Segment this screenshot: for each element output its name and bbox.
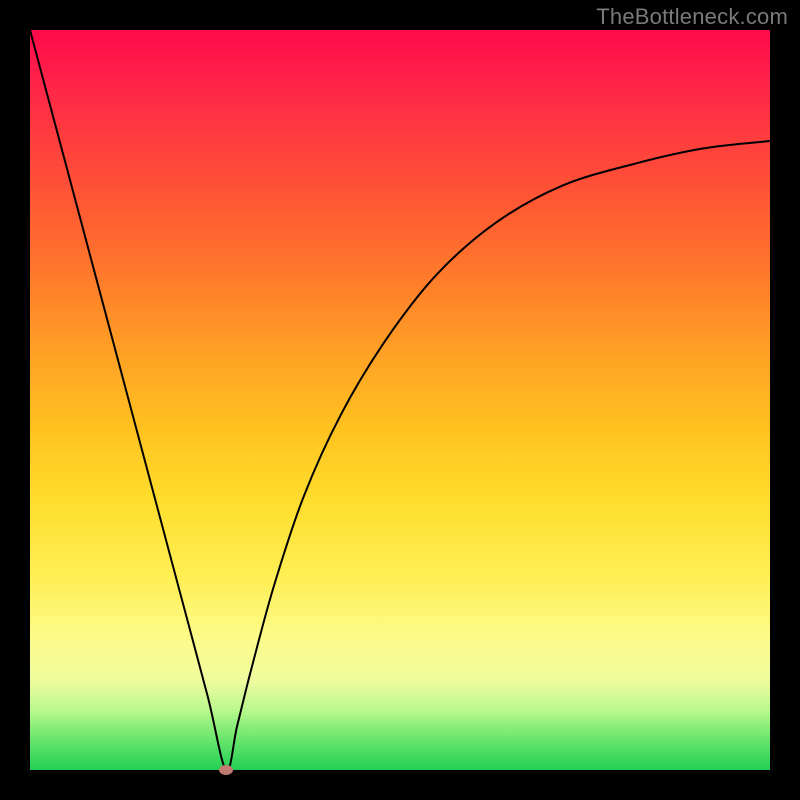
chart-stage: TheBottleneck.com [0, 0, 800, 800]
bottleneck-curve [30, 30, 770, 770]
min-marker [219, 765, 233, 775]
watermark-text: TheBottleneck.com [596, 4, 788, 30]
plot-area [30, 30, 770, 770]
